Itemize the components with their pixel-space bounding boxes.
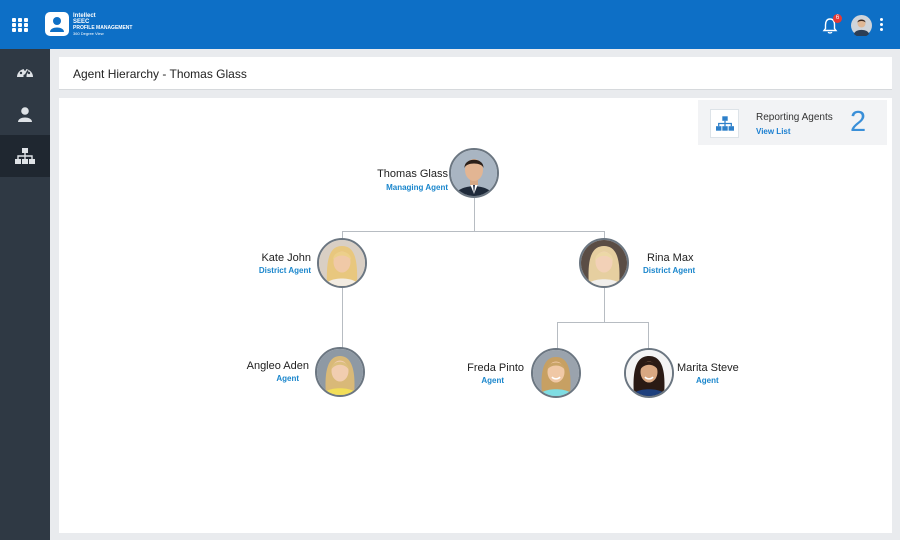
connector-line bbox=[648, 322, 649, 349]
user-icon bbox=[18, 107, 32, 122]
agent-photo bbox=[579, 238, 629, 288]
org-chart-icon bbox=[710, 109, 739, 138]
connector-line bbox=[557, 322, 558, 349]
agent-node[interactable]: Kate John District Agent bbox=[239, 238, 369, 292]
logo-icon[interactable] bbox=[45, 12, 69, 36]
connector-line bbox=[342, 231, 605, 232]
top-bar: Intellect SEEC PROFILE MANAGEMENT 360 De… bbox=[0, 0, 900, 49]
user-avatar[interactable] bbox=[851, 15, 872, 38]
agent-role: Agent bbox=[276, 374, 299, 383]
agent-node[interactable]: Marita Steve Agent bbox=[624, 348, 749, 402]
agent-name: Rina Max bbox=[647, 252, 694, 264]
agent-name: Marita Steve bbox=[677, 362, 739, 374]
reporting-agents-count: 2 bbox=[850, 106, 867, 138]
agent-photo bbox=[531, 348, 581, 398]
agent-photo bbox=[624, 348, 674, 398]
agent-role: District Agent bbox=[258, 266, 311, 275]
reporting-agents-card: Reporting Agents View List 2 bbox=[698, 100, 887, 145]
logo-line: 360 Degree View bbox=[73, 31, 104, 36]
agent-name: Thomas Glass bbox=[377, 168, 448, 180]
sidebar-item-profile[interactable] bbox=[0, 93, 50, 135]
agent-name: Kate John bbox=[261, 252, 311, 264]
connector-line bbox=[604, 288, 605, 323]
agent-role: Managing Agent bbox=[386, 183, 448, 192]
connector-line bbox=[557, 322, 649, 323]
agent-node[interactable]: Angleo Aden Agent bbox=[229, 347, 369, 401]
logo-text: Intellect SEEC PROFILE MANAGEMENT 360 De… bbox=[73, 13, 132, 37]
agent-role: Agent bbox=[696, 376, 719, 385]
agent-node[interactable]: Freda Pinto Agent bbox=[459, 348, 584, 402]
sidebar-item-dashboard[interactable] bbox=[0, 51, 50, 93]
view-list-link[interactable]: View List bbox=[756, 127, 791, 136]
agent-name: Freda Pinto bbox=[467, 362, 524, 374]
page-title: Agent Hierarchy - Thomas Glass bbox=[73, 67, 247, 81]
agent-photo bbox=[449, 148, 499, 198]
sidebar bbox=[0, 49, 50, 540]
reporting-agents-label: Reporting Agents bbox=[756, 112, 833, 123]
agent-role: District Agent bbox=[643, 266, 696, 275]
page-header: Agent Hierarchy - Thomas Glass bbox=[59, 57, 892, 90]
sidebar-item-hierarchy[interactable] bbox=[0, 135, 50, 177]
agent-node-root[interactable]: Thomas Glass Managing Agent bbox=[339, 148, 504, 202]
hierarchy-panel: Reporting Agents View List 2 Thomas Glas… bbox=[59, 98, 892, 533]
dashboard-icon bbox=[17, 68, 33, 78]
agent-name: Angleo Aden bbox=[246, 360, 309, 372]
connector-line bbox=[474, 197, 475, 232]
agent-photo bbox=[317, 238, 367, 288]
agent-node[interactable]: Rina Max District Agent bbox=[579, 238, 724, 292]
notification-badge: 6 bbox=[833, 14, 842, 23]
agent-role: Agent bbox=[481, 376, 504, 385]
hierarchy-icon bbox=[15, 148, 35, 164]
connector-line bbox=[342, 288, 343, 348]
more-options-icon[interactable] bbox=[879, 18, 885, 32]
agent-photo bbox=[315, 347, 365, 397]
apps-grid-icon[interactable] bbox=[12, 18, 28, 32]
